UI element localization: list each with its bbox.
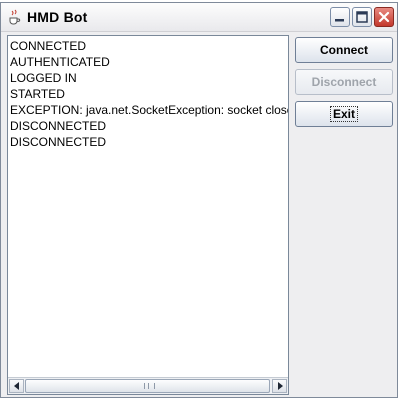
close-icon: [378, 11, 390, 23]
scroll-right-button[interactable]: [272, 379, 287, 393]
log-line: DISCONNECTED: [10, 135, 107, 149]
grip-icon: [144, 383, 155, 389]
log-line: LOGGED IN: [10, 71, 77, 85]
log-lines: CONNECTED AUTHENTICATED LOGGED IN STARTE…: [10, 38, 289, 150]
window-title: HMD Bot: [27, 9, 88, 25]
connect-button[interactable]: Connect: [295, 37, 393, 63]
minimize-icon: [335, 19, 344, 22]
log-line: CONNECTED: [10, 39, 87, 53]
disconnect-button[interactable]: Disconnect: [295, 69, 393, 95]
java-cup-icon: [7, 9, 21, 25]
maximize-icon: [356, 11, 368, 23]
log-line: DISCONNECTED: [10, 119, 107, 133]
title-bar[interactable]: HMD Bot: [1, 3, 397, 32]
log-output[interactable]: CONNECTED AUTHENTICATED LOGGED IN STARTE…: [7, 35, 289, 395]
log-line: STARTED: [10, 87, 65, 101]
log-line: AUTHENTICATED: [10, 55, 110, 69]
scroll-thumb[interactable]: [25, 379, 270, 393]
exit-button[interactable]: Exit: [295, 101, 393, 127]
log-line: EXCEPTION: java.net.SocketException: soc…: [10, 103, 289, 117]
maximize-button[interactable]: [352, 7, 372, 27]
horizontal-scrollbar[interactable]: [8, 377, 288, 394]
arrow-right-icon: [278, 382, 283, 390]
exit-button-label: Exit: [329, 106, 358, 122]
scroll-left-button[interactable]: [9, 379, 24, 393]
app-window: HMD Bot CONNECTED AUTHENTICATED LOGGED I…: [0, 2, 398, 398]
arrow-left-icon: [14, 382, 19, 390]
close-button[interactable]: [374, 7, 394, 27]
minimize-button[interactable]: [330, 7, 350, 27]
